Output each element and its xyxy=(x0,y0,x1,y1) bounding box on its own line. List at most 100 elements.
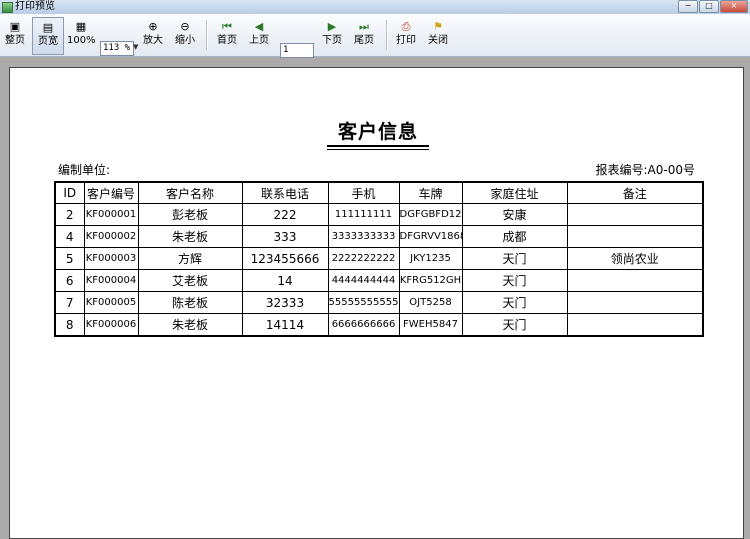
table-cell: 6 xyxy=(54,269,85,292)
window-title: 打印预览 xyxy=(15,1,55,12)
table-cell: 陈老板 xyxy=(137,291,243,314)
table-cell: OJT5258 xyxy=(398,291,463,314)
prev-page-button[interactable]: ◀ 上页 xyxy=(246,17,272,53)
column-header: 客户编号 xyxy=(83,181,139,204)
table-cell: KFRG512GH xyxy=(398,269,463,292)
last-page-button[interactable]: ⏭ 尾页 xyxy=(351,17,377,53)
table-cell: 艾老板 xyxy=(137,269,243,292)
first-page-icon: ⏮ xyxy=(222,20,232,33)
table-cell: 8 xyxy=(54,313,85,337)
next-page-button[interactable]: ▶ 下页 xyxy=(319,17,345,53)
exit-icon: ⚑ xyxy=(433,20,443,33)
whole-page-label: 整页 xyxy=(5,35,25,46)
zoom-out-button[interactable]: ⊖ 缩小 xyxy=(172,17,198,53)
table-cell: 32333 xyxy=(241,291,329,314)
table-header-row: ID 客户编号 客户名称 联系电话 手机 车牌 家庭住址 备注 xyxy=(54,181,704,204)
table-cell: 3333333333 xyxy=(327,225,400,248)
column-header: 车牌 xyxy=(398,181,463,204)
table-cell xyxy=(566,203,704,226)
table-row: 6 KF000004 艾老板 14 4444444444 KFRG512GH 天… xyxy=(54,269,704,292)
close-button[interactable]: ⚑ 关闭 xyxy=(425,17,451,53)
app-icon xyxy=(2,2,13,13)
table-cell: 123455666 xyxy=(241,247,329,270)
table-cell: 成都 xyxy=(461,225,568,248)
last-page-icon: ⏭ xyxy=(359,20,369,33)
title-bar: 打印预览 − □ × xyxy=(0,0,750,14)
first-page-label: 首页 xyxy=(217,35,237,46)
table-cell: 天门 xyxy=(461,313,568,337)
whole-page-icon: ▣ xyxy=(9,20,21,33)
column-header: 联系电话 xyxy=(241,181,329,204)
customer-table: ID 客户编号 客户名称 联系电话 手机 车牌 家庭住址 备注 2 KF0000… xyxy=(54,181,704,337)
table-cell: KF000004 xyxy=(83,269,139,292)
table-row: 4 KF000002 朱老板 333 3333333333 DFGRVV1868… xyxy=(54,225,704,248)
table-cell: 6666666666 xyxy=(327,313,400,337)
column-header: 客户名称 xyxy=(137,181,243,204)
print-button[interactable]: ⎙ 打印 xyxy=(393,17,419,53)
table-cell: 天门 xyxy=(461,247,568,270)
zoom-out-label: 缩小 xyxy=(175,35,195,46)
table-cell: 安康 xyxy=(461,203,568,226)
actual-size-icon: ▦ xyxy=(75,20,87,33)
page-width-icon: ▤ xyxy=(42,21,54,34)
print-label: 打印 xyxy=(396,35,416,46)
zoom-in-label: 放大 xyxy=(143,35,163,46)
printer-icon: ⎙ xyxy=(401,20,411,33)
table-row: 5 KF000003 方辉 123455666 2222222222 JKY12… xyxy=(54,247,704,270)
table-cell xyxy=(566,269,704,292)
table-cell: 7 xyxy=(54,291,85,314)
table-cell xyxy=(566,225,704,248)
hundred-percent-label: 100% xyxy=(67,35,96,46)
table-cell: 4444444444 xyxy=(327,269,400,292)
toolbar-separator xyxy=(386,20,388,50)
page-width-button[interactable]: ▤ 页宽 xyxy=(32,17,64,55)
whole-page-button[interactable]: ▣ 整页 xyxy=(2,17,28,53)
zoom-input[interactable]: 113 % xyxy=(100,41,134,56)
first-page-button[interactable]: ⏮ 首页 xyxy=(214,17,240,53)
table-cell: 天门 xyxy=(461,291,568,314)
table-cell xyxy=(566,313,704,337)
report-number: 报表编号:A0-00号 xyxy=(595,163,696,177)
minimize-button[interactable]: − xyxy=(678,0,698,13)
title-underline xyxy=(327,145,429,150)
table-cell: 4 xyxy=(54,225,85,248)
table-cell: 领尚农业 xyxy=(566,247,704,270)
table-cell: 2222222222 xyxy=(327,247,400,270)
table-cell: DGFGBFD123 xyxy=(398,203,463,226)
table-cell: 333 xyxy=(241,225,329,248)
maximize-button[interactable]: □ xyxy=(699,0,719,13)
unit-label: 编制单位: xyxy=(58,163,111,177)
page-number-input[interactable]: 1 xyxy=(280,43,314,58)
window-controls: − □ × xyxy=(678,0,748,13)
table-cell: 天门 xyxy=(461,269,568,292)
table-cell: 222 xyxy=(241,203,329,226)
table-cell: 55555555555 xyxy=(327,291,400,314)
prev-page-icon: ◀ xyxy=(254,20,264,33)
close-window-button[interactable]: × xyxy=(720,0,748,13)
zoom-dropdown-icon[interactable]: ▼ xyxy=(133,43,138,51)
table-cell: 朱老板 xyxy=(137,313,243,337)
table-cell xyxy=(566,291,704,314)
table-cell: KF000001 xyxy=(83,203,139,226)
hundred-percent-button[interactable]: ▦ 100% xyxy=(67,17,96,53)
table-cell: FWEH5847 xyxy=(398,313,463,337)
table-cell: 5 xyxy=(54,247,85,270)
prev-page-label: 上页 xyxy=(249,35,269,46)
table-row: 7 KF000005 陈老板 32333 55555555555 OJT5258… xyxy=(54,291,704,314)
close-label: 关闭 xyxy=(428,35,448,46)
table-cell: 14114 xyxy=(241,313,329,337)
table-cell: KF000002 xyxy=(83,225,139,248)
table-cell: 方辉 xyxy=(137,247,243,270)
zoom-in-button[interactable]: ⊕ 放大 xyxy=(140,17,166,53)
column-header: 家庭住址 xyxy=(461,181,568,204)
column-header: 手机 xyxy=(327,181,400,204)
column-header: 备注 xyxy=(566,181,704,204)
table-row: 8 KF000006 朱老板 14114 6666666666 FWEH5847… xyxy=(54,313,704,337)
table-cell: KF000005 xyxy=(83,291,139,314)
page-width-label: 页宽 xyxy=(38,36,58,47)
table-cell: DFGRVV1868 xyxy=(398,225,463,248)
document-title: 客户信息 xyxy=(337,121,418,143)
next-page-label: 下页 xyxy=(322,35,342,46)
table-row: 2 KF000001 彭老板 222 111111111 DGFGBFD123 … xyxy=(54,203,704,226)
table-cell: 14 xyxy=(241,269,329,292)
